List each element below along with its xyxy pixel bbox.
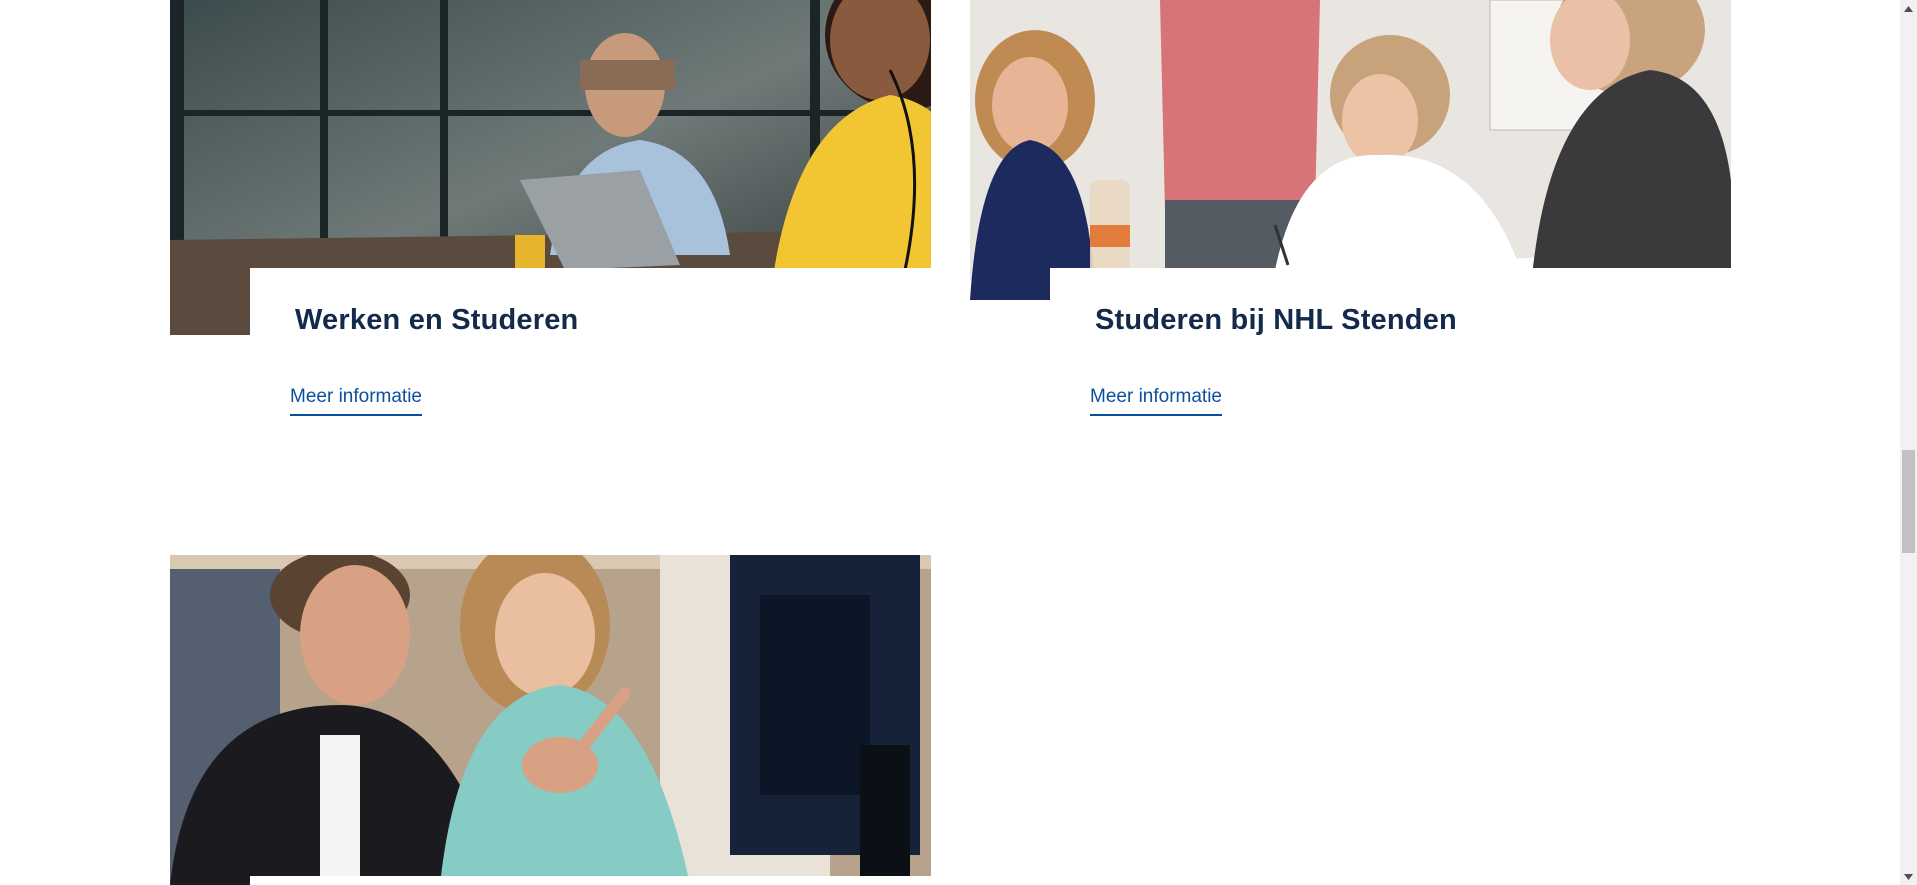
card-image[interactable] [170,555,931,885]
card-body [250,876,931,885]
card-studeren-bij-nhl-stenden: Studeren bij NHL Stenden Meer informatie [970,0,1731,430]
meer-informatie-link[interactable]: Meer informatie [290,386,422,416]
card-title: Werken en Studeren [295,304,579,336]
card-body: Werken en Studeren Meer informatie [250,268,931,430]
card-title: Studeren bij NHL Stenden [1095,304,1457,336]
page: Werken en Studeren Meer informatie Stude… [0,0,1917,885]
scrollbar-thumb[interactable] [1902,450,1915,553]
card-body: Studeren bij NHL Stenden Meer informatie [1050,268,1731,430]
card-werken-en-studeren: Werken en Studeren Meer informatie [170,0,931,430]
scroll-up-button[interactable] [1900,0,1917,17]
triangle-up-icon [1904,5,1913,12]
triangle-down-icon [1904,873,1913,880]
scroll-down-button[interactable] [1900,868,1917,885]
vertical-scrollbar[interactable] [1900,0,1917,885]
meer-informatie-link[interactable]: Meer informatie [1090,386,1222,416]
photo-students-computer [170,555,931,885]
card-students-computer [170,555,931,885]
